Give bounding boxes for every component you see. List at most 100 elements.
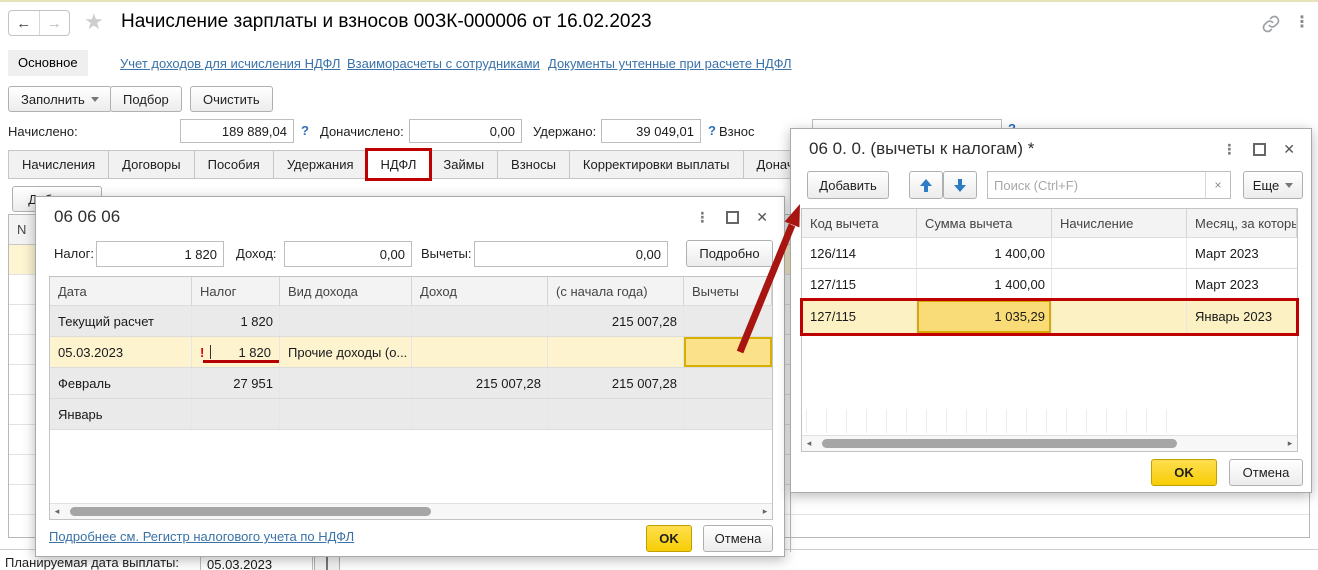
tab-contracts[interactable]: Договоры bbox=[108, 150, 194, 179]
withheld-help-icon[interactable]: ? bbox=[708, 123, 716, 138]
add-button[interactable]: Добавить bbox=[807, 171, 889, 199]
deductions-dialog-title: 06 0. 0. (вычеты к налогам) * bbox=[809, 139, 1034, 159]
cell-income bbox=[412, 306, 548, 336]
close-icon[interactable]: ✕ bbox=[756, 209, 768, 226]
move-up-button[interactable] bbox=[909, 171, 943, 199]
income-field-input[interactable] bbox=[284, 241, 412, 267]
annotation-red-underline bbox=[203, 360, 279, 363]
column-header-deduction-code[interactable]: Код вычета bbox=[802, 209, 917, 237]
forward-button[interactable]: → bbox=[40, 11, 70, 35]
tax-field-label: Налог: bbox=[54, 246, 94, 261]
tab-payment-adjustments[interactable]: Корректировки выплаты bbox=[569, 150, 744, 179]
highlighted-table-row[interactable]: 127/115 1 035,29 Январь 2023 bbox=[802, 300, 1297, 334]
fill-button[interactable]: Заполнить bbox=[8, 86, 112, 112]
nav-link-income-accounting[interactable]: Учет доходов для исчисления НДФЛ bbox=[120, 56, 340, 71]
table-row[interactable]: Текущий расчет 1 820 215 007,28 bbox=[50, 306, 772, 337]
nav-link-ndfl-documents[interactable]: Документы учтенные при расчете НДФЛ bbox=[548, 56, 792, 71]
accrued-label: Начислено: bbox=[8, 124, 78, 139]
table-row[interactable]: 126/114 1 400,00 Март 2023 bbox=[802, 238, 1297, 269]
cell-tax: 27 951 bbox=[192, 368, 280, 398]
tab-ndfl[interactable]: НДФЛ bbox=[367, 150, 431, 179]
additional-input[interactable] bbox=[409, 119, 522, 143]
link-icon[interactable] bbox=[1261, 14, 1281, 34]
cell-income-type bbox=[280, 399, 412, 429]
deductions-table: Код вычета Сумма вычета Начисление Месяц… bbox=[801, 208, 1298, 452]
maximize-icon[interactable] bbox=[726, 211, 739, 224]
scroll-left-arrow[interactable]: ◂ bbox=[50, 506, 64, 517]
ok-button[interactable]: OK bbox=[646, 525, 692, 552]
dialog-menu-icon[interactable]: ⋮ bbox=[695, 209, 709, 226]
tab-accruals[interactable]: Начисления bbox=[8, 150, 109, 179]
cell-deductions bbox=[684, 399, 772, 429]
withheld-input[interactable] bbox=[601, 119, 701, 143]
cell-accrual bbox=[1052, 300, 1187, 333]
cancel-button[interactable]: Отмена bbox=[1229, 459, 1303, 486]
add-button-label: Добавить bbox=[819, 178, 876, 193]
scrollbar-thumb[interactable] bbox=[70, 507, 431, 516]
more-button[interactable]: Еще bbox=[1243, 171, 1303, 199]
tab-contributions[interactable]: Взносы bbox=[497, 150, 570, 179]
dropdown-arrow-icon bbox=[1285, 183, 1293, 188]
scrollbar-track[interactable] bbox=[816, 436, 1283, 451]
tab-benefits[interactable]: Пособия bbox=[194, 150, 274, 179]
scrollbar-track[interactable] bbox=[64, 504, 758, 519]
ok-button[interactable]: OK bbox=[1151, 459, 1217, 486]
column-header-month[interactable]: Месяц, за который bbox=[1187, 209, 1297, 237]
table-row[interactable]: Январь bbox=[50, 399, 772, 430]
table-row[interactable]: Февраль 27 951 215 007,28 215 007,28 bbox=[50, 368, 772, 399]
tab-withholdings[interactable]: Удержания bbox=[273, 150, 368, 179]
details-button[interactable]: Подробно bbox=[686, 240, 773, 267]
app-window: ← → ★ Начисление зарплаты и взносов 00ЗК… bbox=[0, 0, 1318, 570]
column-header-ytd[interactable]: (с начала года) bbox=[548, 277, 684, 305]
selected-deductions-cell[interactable] bbox=[684, 337, 772, 367]
scroll-left-arrow[interactable]: ◂ bbox=[802, 438, 816, 449]
scroll-right-arrow[interactable]: ▸ bbox=[1283, 438, 1297, 449]
scrollbar-thumb[interactable] bbox=[822, 439, 1177, 448]
scroll-right-arrow[interactable]: ▸ bbox=[758, 506, 772, 517]
forward-icon: → bbox=[47, 15, 62, 32]
column-header-deduction-amount[interactable]: Сумма вычета bbox=[917, 209, 1052, 237]
table-empty-area bbox=[802, 334, 1297, 435]
cell-ytd: 215 007,28 bbox=[548, 306, 684, 336]
pick-button-label: Подбор bbox=[123, 92, 169, 107]
search-clear-icon[interactable]: × bbox=[1205, 172, 1230, 198]
selected-deduction-amount-cell[interactable]: 1 035,29 bbox=[917, 300, 1052, 333]
income-field-label: Доход: bbox=[236, 246, 277, 261]
details-button-label: Подробно bbox=[699, 246, 759, 261]
close-icon[interactable]: ✕ bbox=[1283, 141, 1295, 158]
search-input[interactable] bbox=[988, 172, 1205, 198]
back-button[interactable]: ← bbox=[9, 11, 40, 35]
column-header-deductions[interactable]: Вычеты bbox=[684, 277, 772, 305]
deductions-field-input[interactable] bbox=[474, 241, 668, 267]
cancel-button[interactable]: Отмена bbox=[703, 525, 773, 552]
dialog-menu-icon[interactable]: ⋮ bbox=[1222, 141, 1236, 158]
table-row[interactable]: 05.03.2023 ! 1 820 Прочие доходы (о... bbox=[50, 337, 772, 368]
ndfl-register-link[interactable]: Подробнее см. Регистр налогового учета п… bbox=[49, 529, 354, 544]
maximize-icon[interactable] bbox=[1253, 143, 1266, 156]
accrued-input[interactable] bbox=[180, 119, 294, 143]
table-row[interactable]: 127/115 1 400,00 Март 2023 bbox=[802, 269, 1297, 300]
move-down-button[interactable] bbox=[943, 171, 977, 199]
column-header-income[interactable]: Доход bbox=[412, 277, 548, 305]
column-header-accrual[interactable]: Начисление bbox=[1052, 209, 1187, 237]
tax-field-input[interactable] bbox=[96, 241, 224, 267]
window-menu-icon[interactable]: ⋮ bbox=[1294, 12, 1310, 32]
move-buttons bbox=[909, 171, 977, 199]
accrued-help-icon[interactable]: ? bbox=[301, 123, 309, 138]
tab-loans[interactable]: Займы bbox=[429, 150, 498, 179]
favorite-star-icon[interactable]: ★ bbox=[84, 9, 104, 35]
tax-detail-dialog: 06 06 06 ⋮ ✕ Налог: Доход: Вычеты: Подро… bbox=[35, 196, 785, 557]
tax-detail-table: Дата Налог Вид дохода Доход (с начала го… bbox=[49, 276, 773, 520]
column-header-income-type[interactable]: Вид дохода bbox=[280, 277, 412, 305]
horizontal-scrollbar: ◂ ▸ bbox=[50, 503, 772, 519]
column-header-date[interactable]: Дата bbox=[50, 277, 192, 305]
clear-button[interactable]: Очистить bbox=[190, 86, 273, 112]
cell-deduction-code: 126/114 bbox=[802, 238, 917, 268]
nav-link-settlements[interactable]: Взаиморасчеты с сотрудниками bbox=[347, 56, 540, 71]
pick-button[interactable]: Подбор bbox=[110, 86, 182, 112]
section-tabs: Начисления Договоры Пособия Удержания НД… bbox=[8, 150, 861, 179]
column-header-tax[interactable]: Налог bbox=[192, 277, 280, 305]
nav-tab-main[interactable]: Основное bbox=[8, 50, 88, 76]
more-button-label: Еще bbox=[1253, 178, 1279, 193]
tax-dialog-window-controls: ⋮ ✕ bbox=[695, 209, 768, 226]
